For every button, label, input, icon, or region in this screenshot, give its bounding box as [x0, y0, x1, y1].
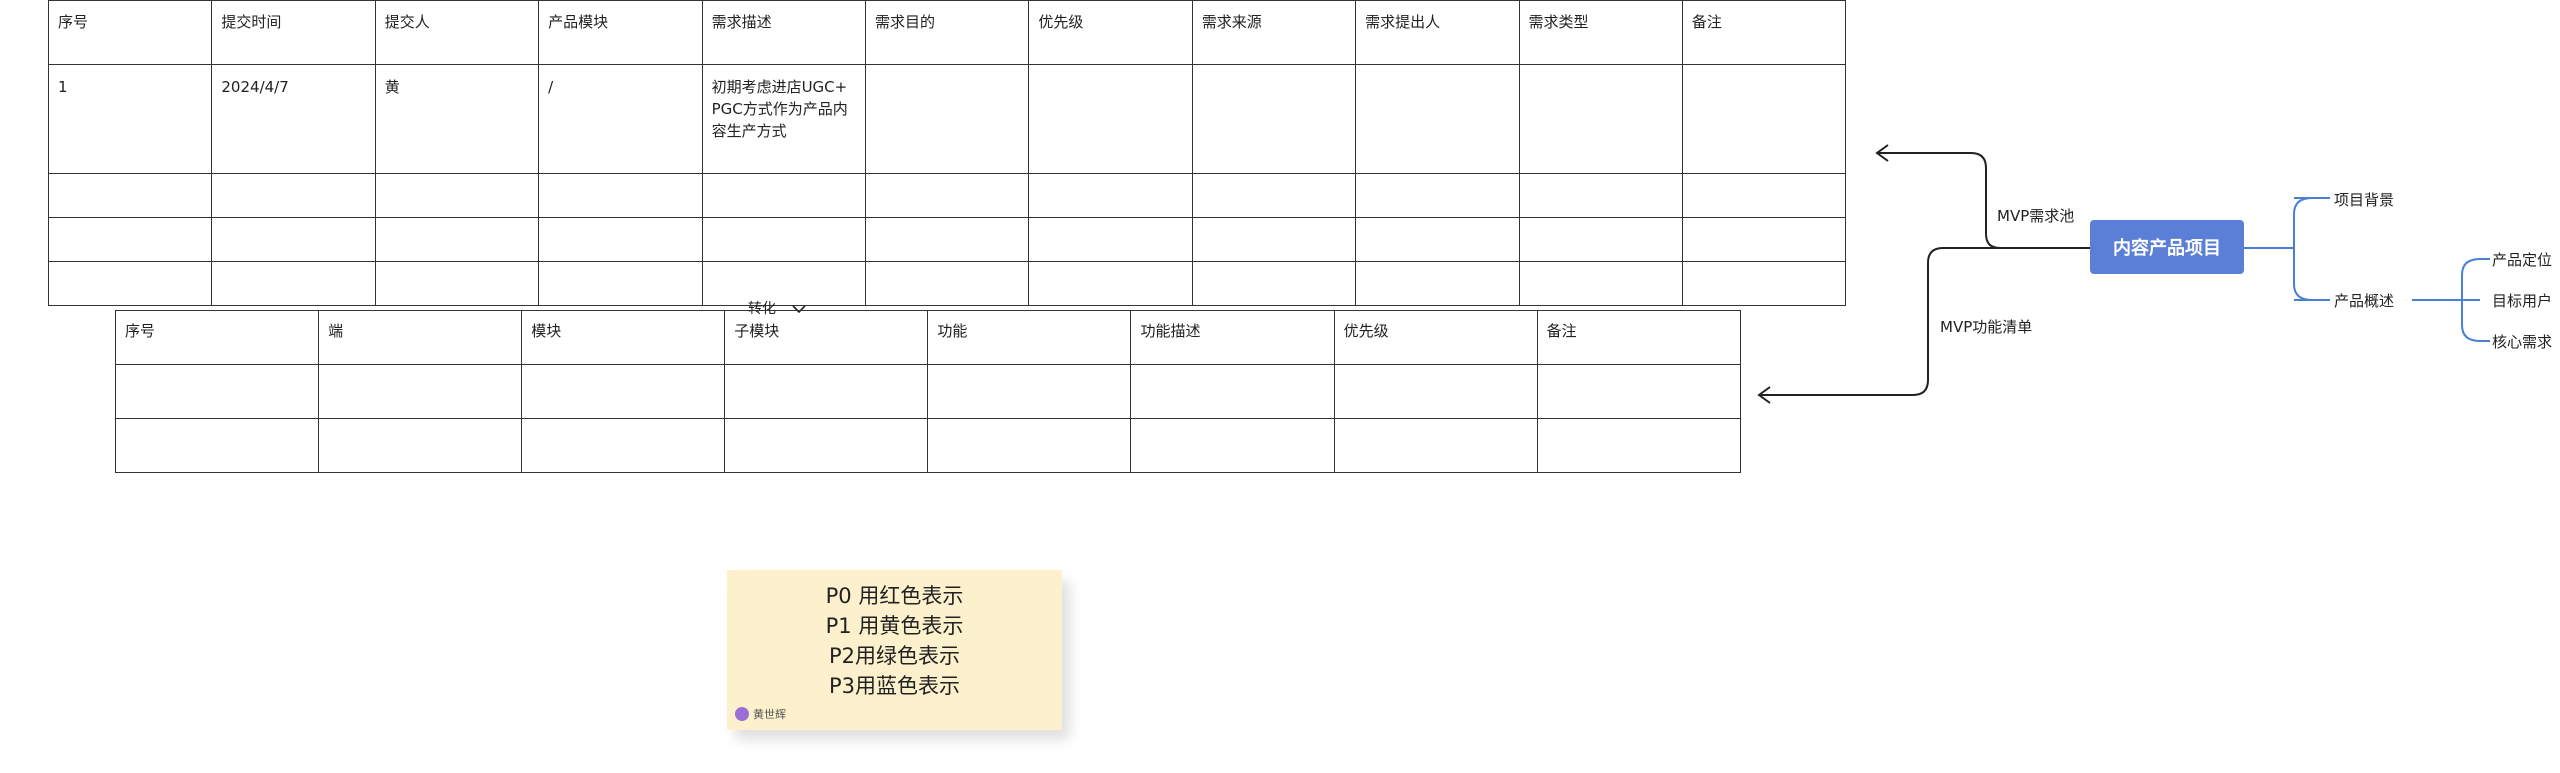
branch-target-users[interactable]: 目标用户: [2492, 290, 2552, 311]
table-cell[interactable]: [1333, 364, 1538, 419]
table-cell[interactable]: [1333, 418, 1538, 473]
table-cell[interactable]: [927, 364, 1132, 419]
author-name: 黄世辉: [753, 708, 786, 721]
table-cell[interactable]: [724, 364, 929, 419]
avatar: [735, 707, 749, 721]
table-cell[interactable]: [927, 418, 1132, 473]
branch-product-positioning[interactable]: 产品定位: [2492, 249, 2552, 270]
header-cell[interactable]: 端: [318, 310, 523, 365]
table-cell[interactable]: [114, 418, 320, 473]
table-cell[interactable]: [114, 364, 320, 419]
header-cell[interactable]: 序号: [114, 310, 320, 365]
table-cell[interactable]: [318, 418, 523, 473]
header-cell[interactable]: 子模块: [724, 310, 929, 365]
function-list-table: 序号 端 模块 子模块 功能 功能描述 优先级 备注: [114, 310, 1741, 473]
header-cell[interactable]: 优先级: [1333, 310, 1538, 365]
branch-mvp-function-list[interactable]: MVP功能清单: [1940, 316, 2032, 337]
header-cell[interactable]: 功能描述: [1130, 310, 1335, 365]
table-cell[interactable]: [724, 418, 929, 473]
note-line: P2用绿色表示: [828, 644, 961, 668]
table-cell[interactable]: [521, 418, 726, 473]
table-cell[interactable]: [1536, 364, 1741, 419]
note-line: P0 用红色表示: [825, 584, 964, 608]
mindmap-root-node[interactable]: 内容产品项目: [2090, 220, 2244, 274]
header-cell[interactable]: 功能: [927, 310, 1132, 365]
branch-core-needs[interactable]: 核心需求: [2492, 331, 2552, 352]
table-row: [114, 418, 1741, 473]
table-header-row: 序号 端 模块 子模块 功能 功能描述 优先级 备注: [114, 310, 1741, 365]
table-row: [114, 364, 1741, 419]
note-author: 黄世辉: [735, 706, 786, 722]
branch-project-background[interactable]: 项目背景: [2334, 189, 2394, 210]
connector-mvp-pool: [1877, 152, 2090, 249]
note-line: P3用蓝色表示: [828, 674, 961, 698]
header-cell[interactable]: 备注: [1536, 310, 1741, 365]
priority-sticky-note[interactable]: P0 用红色表示 P1 用黄色表示 P2用绿色表示 P3用蓝色表示 黄世辉: [727, 570, 1062, 730]
note-line: P1 用黄色表示: [825, 614, 964, 638]
table-cell[interactable]: [318, 364, 523, 419]
table-cell[interactable]: [1536, 418, 1741, 473]
table-cell[interactable]: [521, 364, 726, 419]
table-cell[interactable]: [1130, 364, 1335, 419]
table-cell[interactable]: [1130, 418, 1335, 473]
header-cell[interactable]: 模块: [521, 310, 726, 365]
branch-product-overview[interactable]: 产品概述: [2334, 290, 2394, 311]
branch-mvp-pool[interactable]: MVP需求池: [1997, 205, 2074, 226]
